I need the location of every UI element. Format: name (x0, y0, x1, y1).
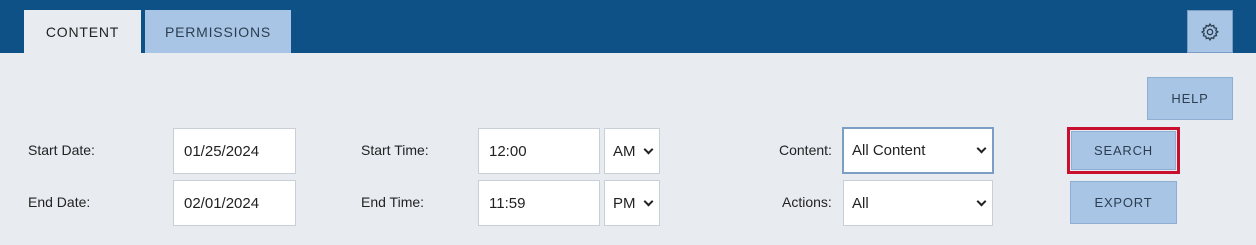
actions-select[interactable]: All (843, 180, 993, 226)
end-meridiem-select[interactable]: PM (604, 180, 660, 226)
content-select-value: All Content (852, 142, 926, 159)
end-meridiem-value: PM (613, 194, 636, 212)
start-meridiem-select[interactable]: AM (604, 128, 660, 174)
tab-content[interactable]: CONTENT (24, 10, 141, 53)
search-button[interactable]: SEARCH (1071, 131, 1176, 170)
start-time-input[interactable] (478, 128, 600, 174)
end-date-input[interactable] (173, 180, 296, 226)
chevron-down-icon (976, 196, 987, 206)
tab-permissions[interactable]: PERMISSIONS (145, 10, 291, 53)
top-bar: CONTENT PERMISSIONS (0, 0, 1256, 53)
chevron-down-icon (643, 144, 654, 154)
start-date-label: Start Date: (28, 142, 95, 158)
end-date-label: End Date: (28, 194, 91, 210)
chevron-down-icon (643, 196, 654, 206)
end-time-input[interactable] (478, 180, 600, 226)
start-meridiem-value: AM (613, 142, 636, 160)
export-button[interactable]: EXPORT (1070, 181, 1177, 224)
end-time-label: End Time: (361, 194, 425, 210)
content-select[interactable]: All Content (842, 127, 994, 174)
actions-label: Actions: (782, 194, 832, 210)
start-date-input[interactable] (173, 128, 296, 174)
help-button[interactable]: HELP (1147, 77, 1233, 120)
chevron-down-icon (976, 143, 987, 154)
actions-select-value: All (852, 194, 869, 212)
settings-button[interactable] (1187, 10, 1233, 53)
gear-icon (1200, 22, 1220, 41)
start-time-label: Start Time: (361, 142, 429, 158)
content-label: Content: (779, 142, 832, 158)
